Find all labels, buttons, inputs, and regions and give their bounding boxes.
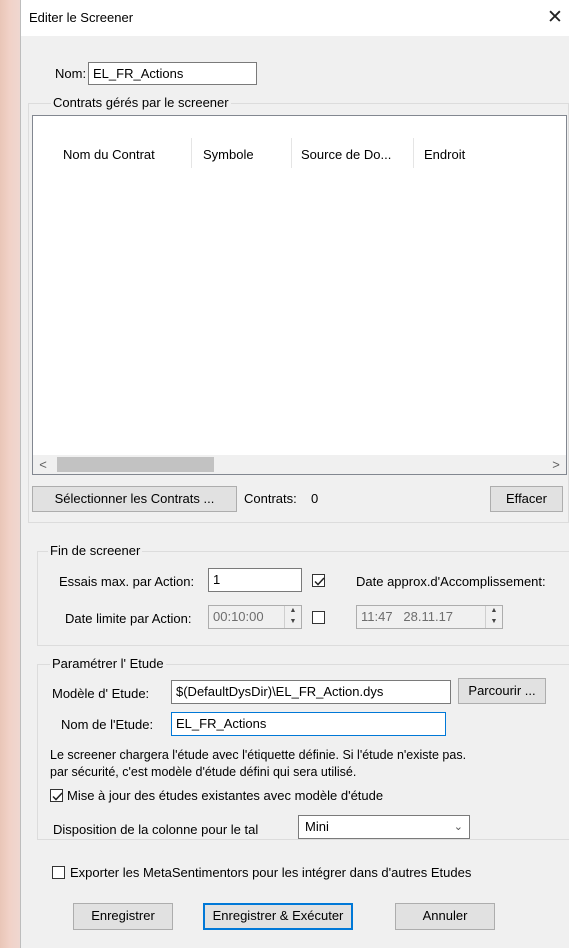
select-contracts-button[interactable]: Sélectionner les Contrats ... [32,486,237,512]
scrollbar-thumb[interactable] [57,457,214,472]
horizontal-scrollbar[interactable]: < > [33,455,566,474]
max-tries-label: Essais max. par Action: [59,574,195,589]
model-label: Modèle d' Etude: [52,686,150,701]
scroll-right-icon[interactable]: > [546,455,566,474]
column-header-contract-name[interactable]: Nom du Contrat [63,147,155,162]
deadline-input: 00:10:00 ▲ ▼ [208,605,302,629]
chevron-down-icon: ⌄ [453,821,463,833]
layout-label: Disposition de la colonne pour le tal [53,822,259,837]
close-icon[interactable]: ✕ [540,6,569,30]
study-group-label: Paramétrer l' Etude [50,656,166,671]
column-header-symbol[interactable]: Symbole [203,147,254,162]
layout-select[interactable]: Mini ⌄ [298,815,470,839]
check-icon [52,792,63,801]
info-text-line2: par sécurité, c'est modèle d'étude défin… [50,765,357,779]
deadline-value: 00:10:00 [213,609,264,624]
clear-button[interactable]: Effacer [490,486,563,512]
max-tries-input[interactable]: 1 [208,568,302,592]
max-tries-checkbox[interactable] [312,574,325,587]
name-label: Nom: [55,66,87,81]
deadline-label: Date limite par Action: [65,611,192,626]
scroll-left-icon[interactable]: < [33,455,53,474]
export-checkbox[interactable] [52,866,65,879]
column-header-location[interactable]: Endroit [424,147,465,162]
end-of-screener-group [37,551,569,646]
export-label: Exporter les MetaSentimentors pour les i… [70,865,472,880]
date-spinner-icon: ▲ ▼ [485,606,502,628]
deadline-checkbox[interactable] [312,611,325,624]
study-name-label: Nom de l'Etude: [61,717,154,732]
layout-value: Mini [305,819,329,834]
update-studies-label: Mise à jour des études existantes avec m… [67,788,384,803]
contracts-count-label: Contrats: [244,491,297,506]
check-icon [314,577,325,586]
end-group-label: Fin de screener [48,543,143,558]
approx-date-input: 11:47 28.11.17 ▲ ▼ [356,605,503,629]
study-name-input[interactable]: EL_FR_Actions [171,712,446,736]
approx-date-label: Date approx.d'Accomplissement: [356,574,546,589]
model-input[interactable]: $(DefaultDysDir)\EL_FR_Action.dys [171,680,451,704]
cancel-button[interactable]: Annuler [395,903,495,930]
save-button[interactable]: Enregistrer [73,903,173,930]
edit-screener-dialog: Editer le Screener ✕ Nom: EL_FR_Actions … [20,0,569,948]
title-bar: Editer le Screener ✕ [21,0,569,36]
browse-button[interactable]: Parcourir ... [458,678,546,704]
approx-date-value: 11:47 28.11.17 [361,609,454,624]
dialog-title: Editer le Screener [29,10,134,25]
contracts-list[interactable]: Nom du Contrat Symbole Source de Do... E… [32,115,567,475]
save-and-run-button[interactable]: Enregistrer & Exécuter [203,903,353,930]
info-text-line1: Le screener chargera l'étude avec l'étiq… [50,748,467,762]
name-input[interactable]: EL_FR_Actions [88,62,257,85]
deadline-spinner-icon: ▲ ▼ [284,606,301,628]
update-studies-checkbox[interactable] [50,789,63,802]
column-header-data-source[interactable]: Source de Do... [301,147,391,162]
contracts-count-value: 0 [311,491,319,506]
contracts-group-label: Contrats gérés par le screener [51,95,231,110]
